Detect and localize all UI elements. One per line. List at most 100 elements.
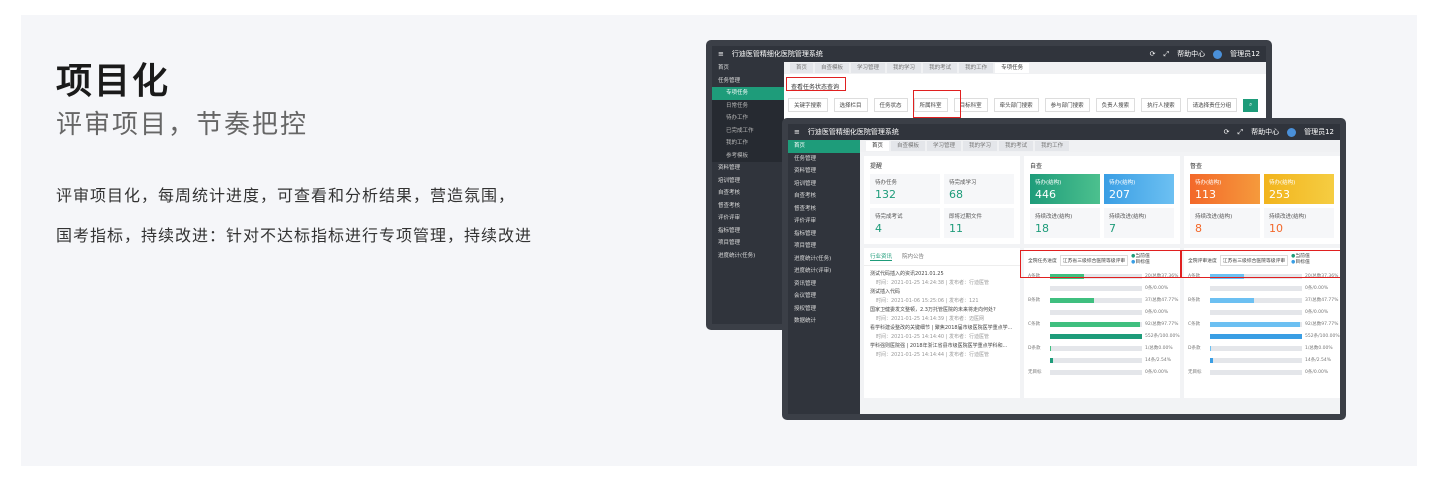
tab-industry-news[interactable]: 行业资讯 <box>870 252 893 261</box>
news-title[interactable]: 测试代码插入的资讯2021.01.25 <box>870 270 1014 279</box>
stat-tile[interactable]: 即将过期文件 11 <box>944 208 1014 238</box>
sidebar-item[interactable]: 指标管理 <box>788 228 860 241</box>
sidebar-item[interactable]: 授权管理 <box>788 303 860 316</box>
refresh-icon[interactable]: ⟳ <box>1150 50 1156 58</box>
stat-tile[interactable]: 持续改进(结构) 18 <box>1030 208 1100 238</box>
sidebar-item[interactable]: 培训管理 <box>712 175 784 188</box>
sidebar-item[interactable]: 任务管理 <box>712 75 784 88</box>
sidebar-item[interactable]: 督查考核 <box>712 200 784 213</box>
filter-field[interactable]: 任务状态 <box>873 98 908 112</box>
sidebar-item[interactable]: 我的工作 <box>712 137 784 150</box>
sidebar-item[interactable]: 项目管理 <box>788 240 860 253</box>
fullscreen-icon[interactable]: ⤢ <box>1237 128 1243 137</box>
progress-rows: A条款 20/总数37.36% 0条/0.00% B条款 37/总数47.77% 0条/0… <box>1024 272 1180 392</box>
news-title[interactable]: 看学科建设整改的关键细节 | 聚焦2018届市级医院医学重点学... <box>870 324 1014 333</box>
stat-tile[interactable]: 待完成学习 68 <box>944 174 1014 204</box>
menu-icon[interactable]: ≡ <box>718 50 724 58</box>
sidebar-item[interactable]: 资料管理 <box>712 162 784 175</box>
user-name[interactable]: 管理员12 <box>1304 127 1334 137</box>
stat-tile[interactable]: 待办任务 132 <box>870 174 940 204</box>
stat-tile[interactable]: 待办(结构) 113 <box>1190 174 1260 204</box>
help-link[interactable]: 帮助中心 <box>1177 49 1205 59</box>
news-title[interactable]: 测试插入代码 <box>870 288 1014 297</box>
refresh-icon[interactable]: ⟳ <box>1224 128 1230 136</box>
filter-field[interactable]: 选择栏目 <box>833 98 868 112</box>
search-icon[interactable]: ⌕ <box>1243 98 1258 112</box>
sidebar-item[interactable]: 资料管理 <box>788 165 860 178</box>
sidebar-item[interactable]: 资讯管理 <box>788 278 860 291</box>
progress-bar <box>1050 334 1142 339</box>
avatar[interactable] <box>1213 49 1223 59</box>
sidebar-item[interactable]: 数据统计 <box>788 315 860 328</box>
sidebar-item[interactable]: 项目管理 <box>712 237 784 250</box>
news-meta: 时间：2021-01-25 14:14:39 | 发布者：迈医网 <box>876 316 984 322</box>
sidebar-item[interactable]: 指标管理 <box>712 225 784 238</box>
sidebar-item[interactable]: 评价评审 <box>788 215 860 228</box>
sidebar-item[interactable]: 进度统计(评审) <box>788 265 860 278</box>
stat-tile[interactable]: 待办(结构) 253 <box>1264 174 1334 204</box>
sidebar-item[interactable]: 首页 <box>712 62 784 75</box>
news-item[interactable]: 国家卫健委发文整顿，2.3万托管医院的未来将走向何处? 时间：2021-01-25… <box>864 306 1020 324</box>
sidebar-item[interactable]: 参考模板 <box>712 149 784 162</box>
user-name[interactable]: 管理员12 <box>1230 49 1260 59</box>
avatar[interactable] <box>1287 127 1297 137</box>
tab-internal-notice[interactable]: 院内公告 <box>902 252 924 261</box>
tab-item[interactable]: 我的工作 <box>959 63 994 73</box>
sidebar-item[interactable]: 自查考核 <box>788 190 860 203</box>
help-link[interactable]: 帮助中心 <box>1251 127 1279 137</box>
sidebar-item[interactable]: 培训管理 <box>788 178 860 191</box>
stat-tile[interactable]: 持续改进(结构) 7 <box>1104 208 1174 238</box>
stat-tile[interactable]: 持续改进(结构) 10 <box>1264 208 1334 238</box>
tab-item[interactable]: 我的学习 <box>887 63 922 73</box>
tab-item[interactable]: 我的考试 <box>999 141 1034 151</box>
news-list: 测试代码插入的资讯2021.01.25 时间：2021-01-25 14:24:3… <box>864 266 1020 360</box>
sidebar-item[interactable]: 自查考核 <box>712 187 784 200</box>
tab-item[interactable]: 自查模板 <box>815 63 850 73</box>
news-title[interactable]: 国家卫健委发文整顿，2.3万托管医院的未来将走向何处? <box>870 306 1014 315</box>
fullscreen-icon[interactable]: ⤢ <box>1163 50 1169 59</box>
row-value: 92/总数97.77% <box>1305 322 1339 327</box>
filter-field[interactable]: 请选择责任分组 <box>1186 98 1238 112</box>
tab-item[interactable]: 我的学习 <box>963 141 998 151</box>
sidebar-item[interactable]: 任务管理 <box>788 153 860 166</box>
sidebar-item[interactable]: 会议管理 <box>788 290 860 303</box>
sidebar-item[interactable]: 进度统计(任务) <box>712 250 784 263</box>
tab-item[interactable]: 我的考试 <box>923 63 958 73</box>
stat-tile[interactable]: 待办(结构) 446 <box>1030 174 1100 204</box>
tab-item[interactable]: 专项任务 <box>995 63 1030 73</box>
tab-item[interactable]: 自查模板 <box>891 141 926 151</box>
news-item[interactable]: 看学科建设整改的关键细节 | 聚焦2018届市级医院医学重点学... 时间：202… <box>864 324 1020 342</box>
news-item[interactable]: 学科强则医院强 | 2018年浙江省县市级医院医学重点学科和... 时间：2021… <box>864 342 1020 360</box>
stat-tile[interactable]: 待完成考试 4 <box>870 208 940 238</box>
news-card: 行业资讯 院内公告 测试代码插入的资讯2021.01.25 时间：2021-01-… <box>864 248 1020 398</box>
news-title[interactable]: 学科强则医院强 | 2018年浙江省县市级医院医学重点学科和... <box>870 342 1014 351</box>
sidebar-item[interactable]: 督查考核 <box>788 203 860 216</box>
tab-item[interactable]: 学习管理 <box>851 63 886 73</box>
filter-field[interactable]: 执行人搜索 <box>1141 98 1181 112</box>
news-item[interactable]: 测试插入代码 时间：2021-01-06 15:25:06 | 发布者：121 <box>864 288 1020 306</box>
tab-item[interactable]: 首页 <box>790 63 814 73</box>
stat-tile[interactable]: 待办(结构) 207 <box>1104 174 1174 204</box>
tab-item[interactable]: 首页 <box>866 141 890 151</box>
tab-item[interactable]: 我的工作 <box>1035 141 1070 151</box>
app-name: 行迪医管精细化医院管理系统 <box>807 128 899 136</box>
sidebar-item[interactable]: 专项任务 <box>712 87 784 100</box>
filter-field[interactable]: 关键字搜索 <box>788 98 828 112</box>
progress-bar <box>1050 346 1142 351</box>
filter-field[interactable]: 牵头部门搜索 <box>993 98 1039 112</box>
filter-field[interactable]: 负责人搜索 <box>1095 98 1136 112</box>
sidebar-item[interactable]: 首页 <box>788 140 860 153</box>
row-group: C条款 <box>1028 322 1041 327</box>
sidebar-item[interactable]: 日常任务 <box>712 99 784 112</box>
sidebar-item[interactable]: 待办工作 <box>712 112 784 125</box>
news-item[interactable]: 测试代码插入的资讯2021.01.25 时间：2021-01-25 14:24:3… <box>864 270 1020 288</box>
sidebar-item[interactable]: 评价评审 <box>712 212 784 225</box>
filter-field[interactable]: 参与部门搜索 <box>1044 98 1090 112</box>
row-group: D条款 <box>1028 346 1041 351</box>
stat-tile[interactable]: 持续改进(结构) 8 <box>1190 208 1260 238</box>
sidebar-item[interactable]: 进度统计(任务) <box>788 253 860 266</box>
sidebar-item[interactable]: 已完成工作 <box>712 124 784 137</box>
tab-item[interactable]: 学习管理 <box>927 141 962 151</box>
row-group: D条款 <box>1188 346 1201 351</box>
menu-icon[interactable]: ≡ <box>794 128 800 136</box>
